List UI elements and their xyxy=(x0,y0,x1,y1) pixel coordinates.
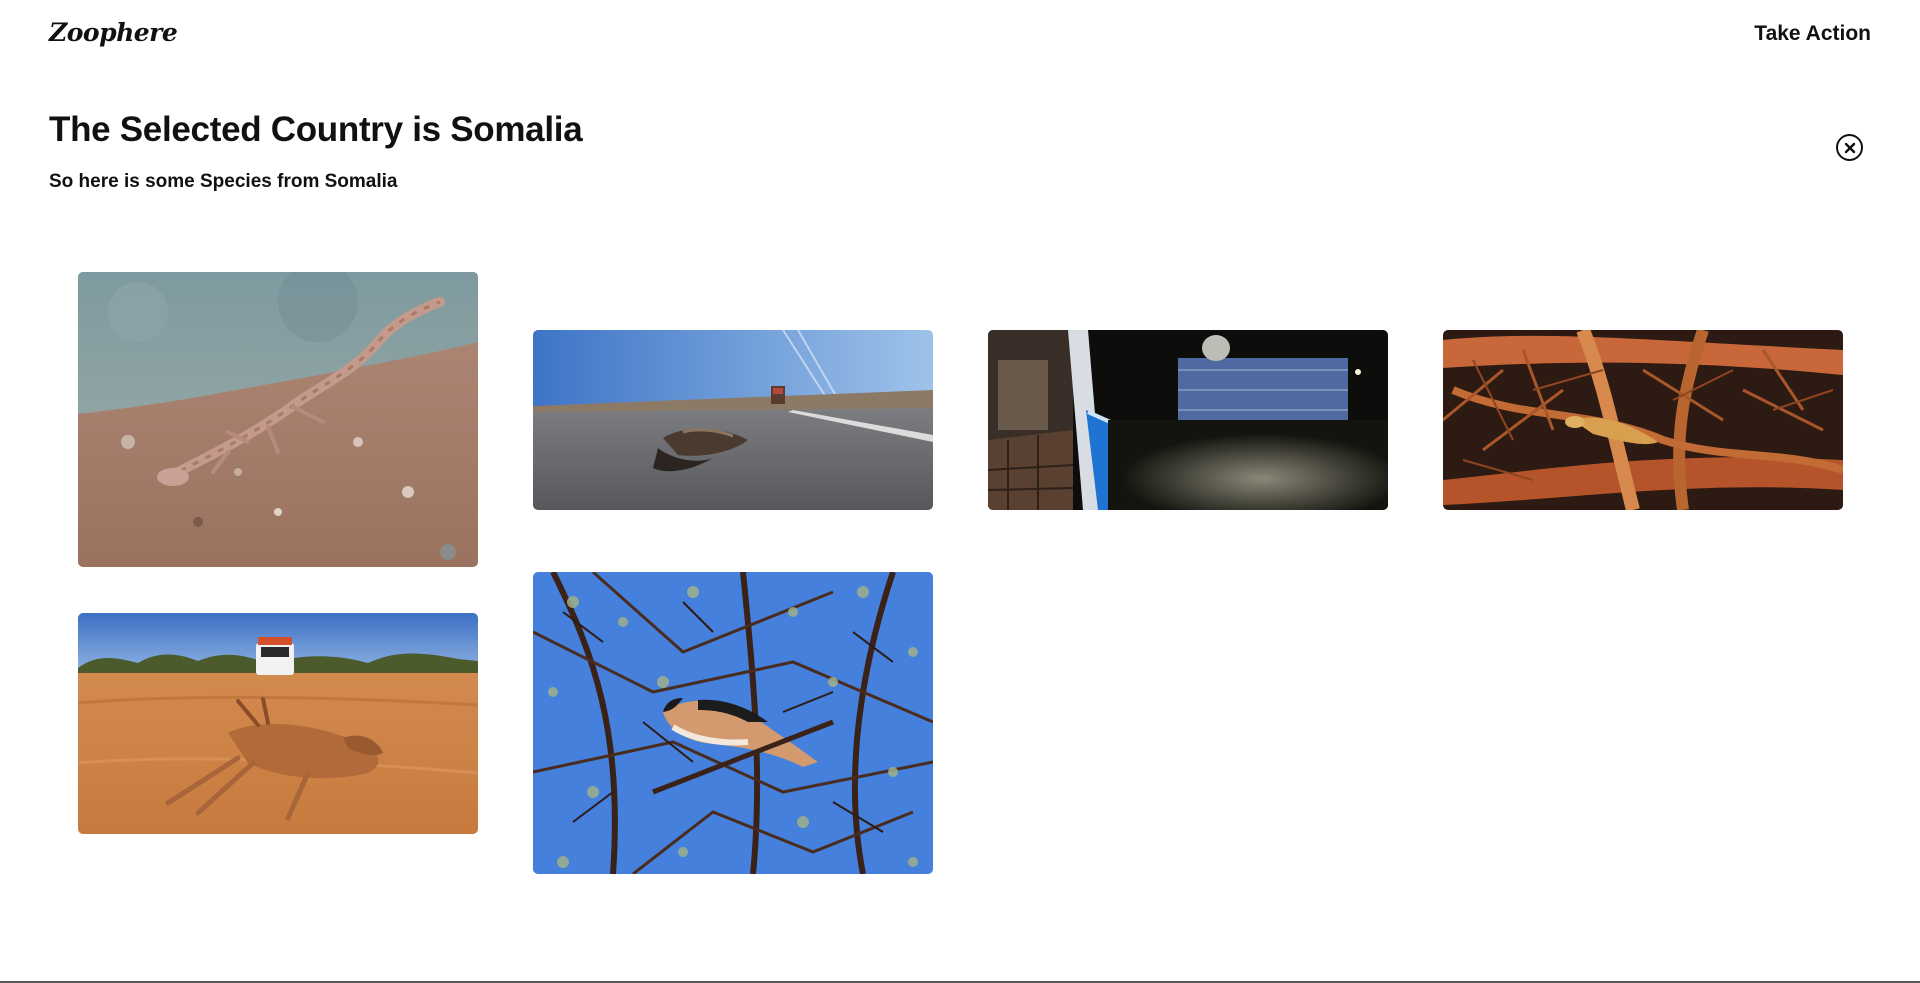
lizard-in-orange-branches-photo[interactable] xyxy=(1443,330,1843,510)
roadkill-on-highway-photo[interactable] xyxy=(533,330,933,510)
close-icon xyxy=(1844,142,1855,153)
top-nav: Zoophere Take Action xyxy=(0,0,1920,70)
close-button[interactable] xyxy=(1836,134,1863,161)
flooded-yard-at-night-photo[interactable] xyxy=(988,330,1388,510)
page-subtitle: So here is some Species from Somalia xyxy=(49,171,398,192)
site-logo[interactable]: Zoophere xyxy=(49,18,178,47)
shrike-in-acacia-tree-photo[interactable] xyxy=(533,572,933,874)
gecko-on-soil-photo[interactable] xyxy=(78,272,478,567)
dikdik-on-sand-road-photo[interactable] xyxy=(78,613,478,834)
take-action-link[interactable]: Take Action xyxy=(1754,22,1871,46)
page-title: The Selected Country is Somalia xyxy=(49,110,583,149)
